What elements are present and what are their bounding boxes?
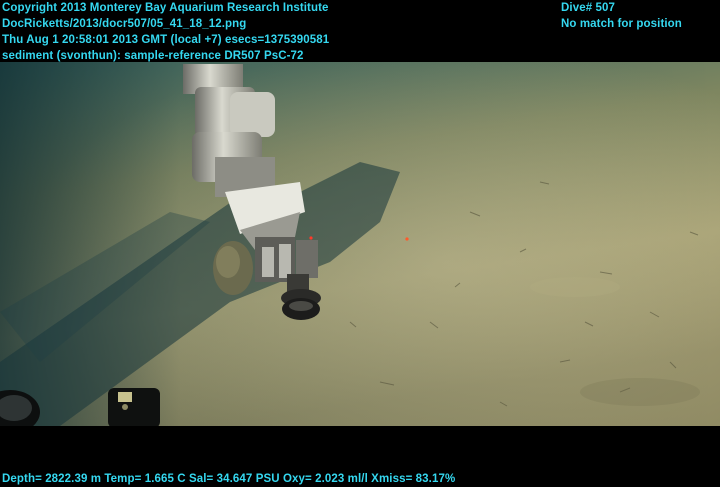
- metadata-top-right: Dive# 507 No match for position: [561, 0, 682, 32]
- copyright-text: Copyright 2013 Monterey Bay Aquarium Res…: [2, 2, 329, 14]
- seafloor-scene: [0, 62, 720, 426]
- video-frame: Copyright 2013 Monterey Bay Aquarium Res…: [0, 0, 720, 486]
- timestamp-text: Thu Aug 1 20:58:01 2013 GMT (local +7) e…: [2, 34, 330, 46]
- sample-annotation-text: sediment (svonthun): sample-reference DR…: [2, 50, 304, 62]
- image-path-text: DocRicketts/2013/docr507/05_41_18_12.png: [2, 18, 247, 30]
- position-status-text: No match for position: [561, 18, 682, 30]
- metadata-top-left: Copyright 2013 Monterey Bay Aquarium Res…: [2, 0, 329, 64]
- sensor-readout-text: Depth= 2822.39 m Temp= 1.665 C Sal= 34.6…: [2, 473, 456, 485]
- sensor-readout: Depth= 2822.39 m Temp= 1.665 C Sal= 34.6…: [2, 471, 455, 487]
- dive-number-text: Dive# 507: [561, 2, 615, 14]
